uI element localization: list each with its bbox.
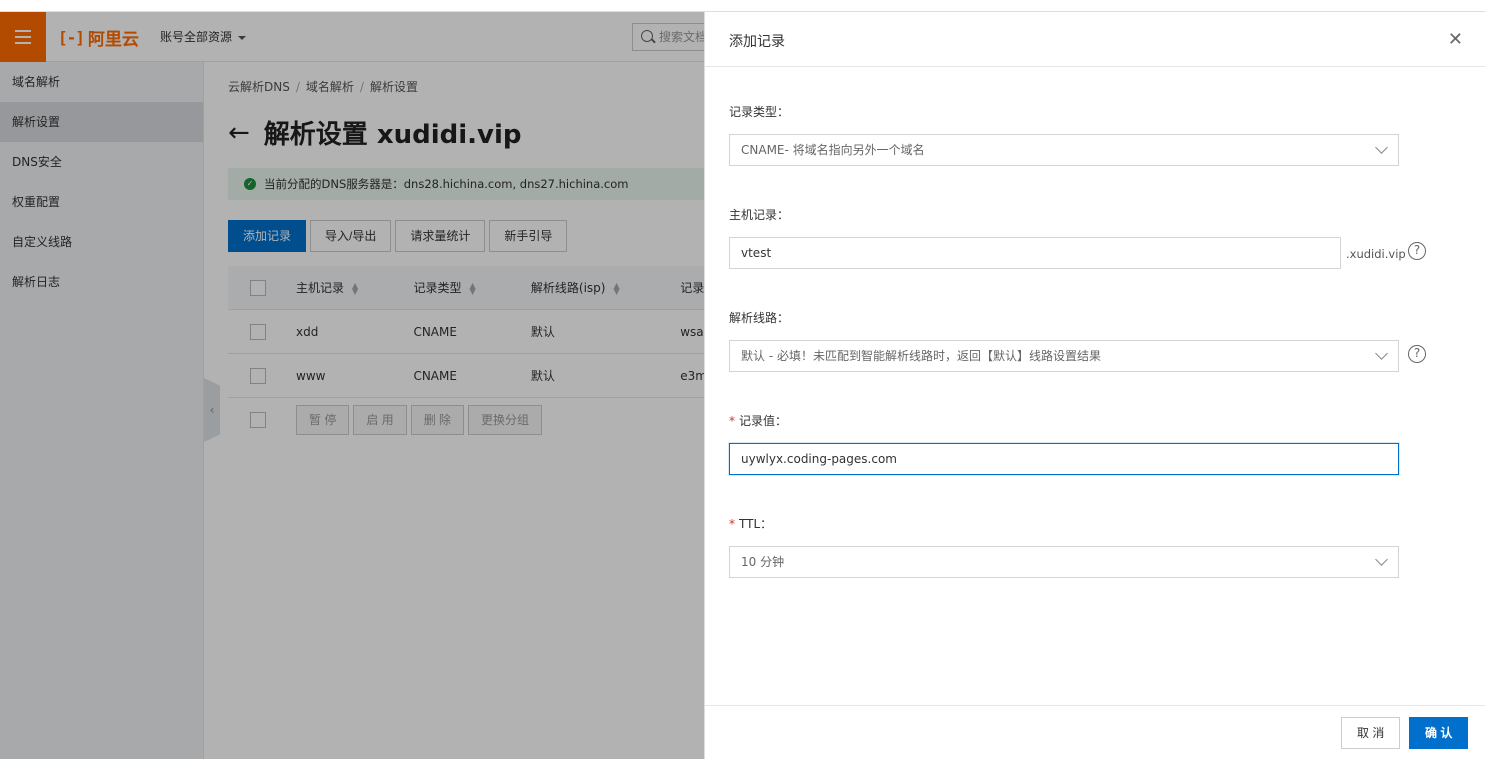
confirm-button[interactable]: 确 认: [1409, 717, 1469, 749]
dialog-title: 添加记录: [729, 34, 785, 50]
chevron-down-icon: [1375, 553, 1388, 566]
chevron-down-icon: [1375, 347, 1388, 360]
host-record-label: 主机记录：: [729, 208, 790, 222]
resolution-line-value: 默认 - 必填！未匹配到智能解析线路时，返回【默认】线路设置结果: [741, 349, 1101, 363]
chevron-down-icon: [1375, 141, 1388, 154]
close-icon[interactable]: ✕: [1448, 29, 1463, 50]
dialog-footer: 取 消 确 认: [705, 705, 1485, 759]
resolution-line-select[interactable]: 默认 - 必填！未匹配到智能解析线路时，返回【默认】线路设置结果: [729, 340, 1399, 372]
cancel-button[interactable]: 取 消: [1341, 717, 1401, 749]
record-value-label: * 记录值：: [729, 414, 788, 428]
domain-suffix: .xudidi.vip: [1346, 247, 1406, 261]
record-type-label: 记录类型：: [729, 105, 790, 119]
record-value-input[interactable]: uywlyx.coding-pages.com: [729, 443, 1399, 475]
dialog-header: 添加记录 ✕: [705, 12, 1485, 67]
line-label: 解析线路：: [729, 311, 790, 325]
ttl-label: * TTL：: [729, 517, 773, 531]
help-icon[interactable]: ?: [1408, 242, 1426, 260]
browser-strip: [0, 0, 1485, 12]
required-marker: *: [729, 517, 735, 531]
required-marker: *: [729, 414, 735, 428]
ttl-select[interactable]: 10 分钟: [729, 546, 1399, 578]
add-record-dialog: 添加记录 ✕ 记录类型： CNAME- 将域名指向另外一个域名 主机记录： vt…: [704, 12, 1485, 759]
host-record-input[interactable]: vtest: [729, 237, 1341, 269]
record-type-select[interactable]: CNAME- 将域名指向另外一个域名: [729, 134, 1399, 166]
modal-overlay[interactable]: [0, 12, 704, 759]
host-record-value: vtest: [741, 246, 772, 260]
record-type-value: CNAME- 将域名指向另外一个域名: [741, 143, 925, 157]
ttl-value: 10 分钟: [741, 555, 785, 569]
record-value-text: uywlyx.coding-pages.com: [741, 452, 897, 466]
help-icon[interactable]: ?: [1408, 345, 1426, 363]
